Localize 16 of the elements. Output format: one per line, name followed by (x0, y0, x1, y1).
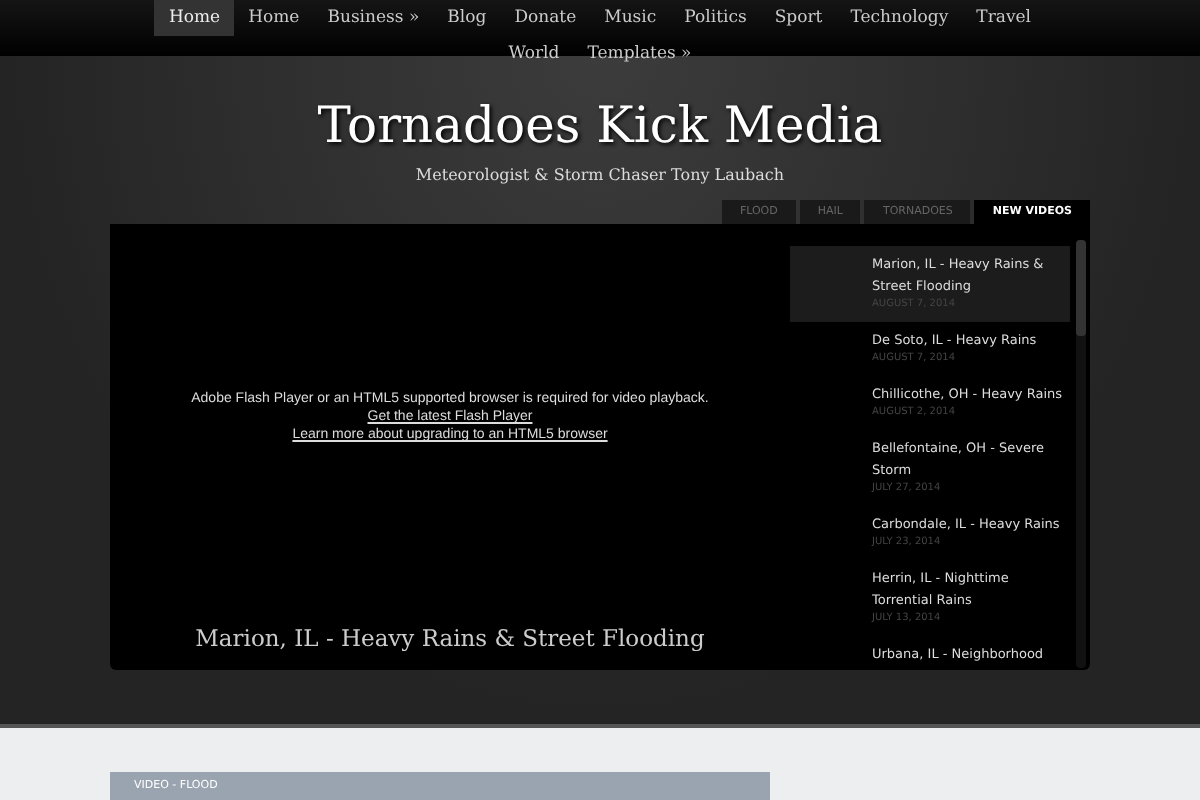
nav-item[interactable]: Donate (500, 0, 591, 36)
nav-item[interactable]: Travel (962, 0, 1046, 36)
site-title: Tornadoes Kick Media (317, 96, 883, 154)
nav-item[interactable]: Politics (670, 0, 761, 36)
video-caption: Marion, IL - Heavy Rains & Street Flooding (195, 624, 705, 652)
nav-item[interactable]: Templates » (573, 36, 706, 72)
nav-item[interactable]: World (494, 36, 574, 72)
nav-item[interactable]: Home (234, 0, 314, 36)
nav-item[interactable]: Home (154, 0, 235, 36)
scrollbar[interactable] (1076, 240, 1086, 668)
site-tagline: Meteorologist & Storm Chaser Tony Laubach (415, 166, 785, 184)
nav-item[interactable]: Business » (313, 0, 434, 36)
nav-item[interactable]: Blog (433, 0, 501, 36)
nav-item[interactable]: Music (590, 0, 671, 36)
nav-item[interactable]: Technology (836, 0, 963, 36)
nav-item[interactable]: Sport (760, 0, 837, 36)
